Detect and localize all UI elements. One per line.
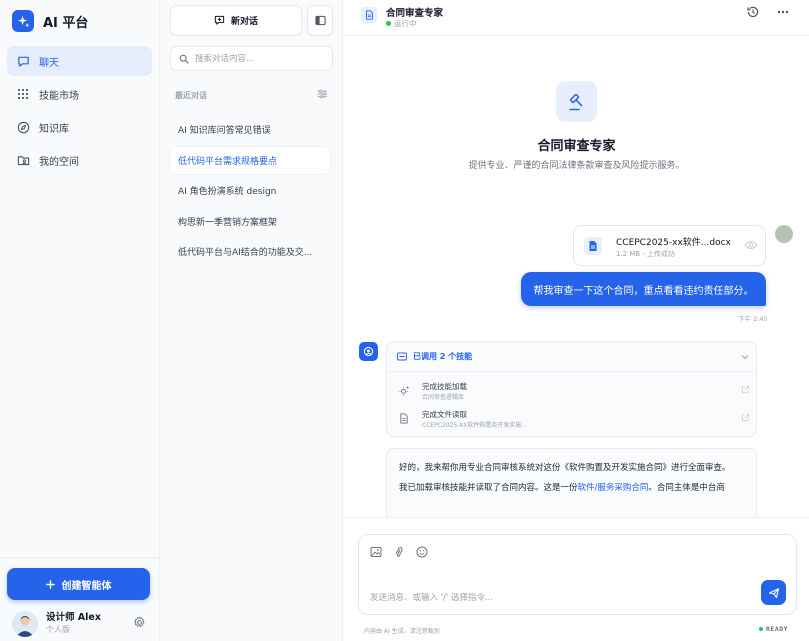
folder-user-icon (16, 153, 30, 167)
ready-label: READY (766, 625, 789, 633)
new-chat-button[interactable]: 新对话 (170, 5, 302, 36)
new-chat-label: 新对话 (230, 17, 258, 27)
sidebar-toggle-icon (314, 15, 326, 26)
list-item[interactable]: AI 知识库问答常见错误 (170, 116, 330, 143)
file-doc-icon (584, 237, 602, 255)
gear-sparkle-icon (399, 385, 410, 396)
sparkle-logo-icon (12, 10, 34, 32)
ai-disclaimer: 内容由 AI 生成，请注意甄别 (364, 628, 440, 635)
agent-title: 合同审查专家 (537, 139, 616, 154)
message-input[interactable] (370, 593, 730, 603)
composer-tools (370, 546, 428, 558)
conversation-panel: 新对话 最近对话 AI 知识库问答常见错误 低代码平台需求规格要点 AI 角色扮… (160, 0, 343, 641)
brand-name: AI 平台 (43, 15, 89, 31)
search-input[interactable] (195, 53, 325, 64)
skill-subtitle: 合同审查逻辑库 (422, 394, 465, 401)
document-icon (361, 7, 377, 23)
user-message: 帮我审查一下这个合同，重点看看违约责任部分。 (521, 272, 766, 306)
collapse-sidebar-button[interactable] (307, 5, 333, 36)
nav-item-chat[interactable]: 聊天 (7, 46, 152, 76)
skill-subtitle: CCEPC2025-XX软件购置及开发实施... (422, 422, 528, 429)
answer-text: 。合同主体是中台商 (648, 483, 725, 493)
search-box (170, 46, 333, 71)
user-name: 设计师 Alex (46, 611, 101, 623)
status-dot (759, 627, 763, 631)
nav-menu: 聊天 技能市场 知识库 我的空间 (7, 46, 152, 178)
chat-bubble-icon (16, 54, 30, 68)
external-link-icon[interactable] (741, 413, 750, 422)
ready-status: READY (759, 625, 788, 633)
gear-icon[interactable] (133, 616, 146, 629)
image-icon[interactable] (370, 546, 382, 558)
search-icon (179, 54, 189, 64)
nav-item-label: 知识库 (39, 123, 69, 135)
skills-icon (397, 352, 407, 361)
status-dot (386, 21, 391, 26)
nav-divider (0, 557, 159, 558)
conversation-list: AI 知识库问答常见错误 低代码平台需求规格要点 AI 角色扮演系统 desig… (170, 116, 330, 269)
chevron-down-icon[interactable] (741, 354, 749, 360)
skill-row: 完成技能加载 合同审查逻辑库 (397, 378, 752, 404)
list-item[interactable]: 低代码平台与AI结合的功能及交... (170, 238, 330, 265)
skill-title: 完成文件读取 (422, 410, 467, 419)
send-icon (768, 587, 780, 599)
highlight-link[interactable]: 软件/服务采购合同 (578, 483, 649, 493)
gavel-icon (556, 81, 597, 122)
skills-header[interactable]: 已调用 2 个技能 (387, 342, 756, 372)
file-name: CCEPC2025-xx软件...docx (616, 238, 731, 248)
send-button[interactable] (761, 580, 786, 605)
skill-title: 完成技能加载 (422, 382, 467, 391)
assistant-message: 好的，我来帮你用专业合同审核系统对这份《软件购置及开发实施合同》进行全面审查。 … (386, 448, 757, 518)
nav-item-label: 我的空间 (39, 156, 79, 168)
avatar (775, 225, 793, 243)
message-time: 下午 2:45 (738, 315, 768, 323)
file-meta: 1.2 MB · 上传成功 (616, 250, 675, 258)
plus-icon (45, 579, 55, 589)
nav-item-label: 技能市场 (39, 90, 79, 102)
left-nav: AI 平台 聊天 技能市场 知识库 我的空间 创建智能体 设计师 Alex 个人… (0, 0, 160, 641)
emoji-icon[interactable] (416, 546, 428, 558)
bot-avatar-icon (359, 342, 378, 361)
list-item[interactable]: 构思新一季营销方案框架 (170, 208, 330, 235)
compass-icon (16, 120, 30, 134)
filter-icon[interactable] (317, 89, 328, 99)
composer-area: 内容由 AI 生成，请注意甄别 READY (344, 517, 809, 641)
grid-dots-icon (16, 87, 30, 101)
nav-item-label: 聊天 (39, 57, 59, 69)
agent-description: 提供专业、严谨的合同法律条款审查及风险提示服务。 (468, 161, 685, 171)
skills-panel: 已调用 2 个技能 完成技能加载 合同审查逻辑库 完成文件读取 CCEPC202… (386, 341, 757, 437)
external-link-icon[interactable] (741, 385, 750, 394)
nav-item-knowledge[interactable]: 知识库 (7, 112, 152, 142)
section-label: 最近对话 (175, 91, 207, 100)
avatar (12, 610, 38, 637)
user-profile[interactable]: 设计师 Alex 个人版 (12, 610, 148, 637)
answer-paragraph: 好的，我来帮你用专业合同审核系统对这份《软件购置及开发实施合同》进行全面审查。 (399, 463, 731, 473)
chat-main: 合同审查专家 运行中 合同审查专家 提供专业、严谨的合同法律条款审查及风险提示服… (344, 0, 809, 641)
more-options-icon[interactable] (776, 5, 790, 19)
list-item[interactable]: AI 角色扮演系统 design (170, 177, 330, 204)
skills-header-label: 已调用 2 个技能 (413, 352, 473, 361)
create-agent-button[interactable]: 创建智能体 (7, 568, 150, 600)
file-attachment[interactable]: CCEPC2025-xx软件...docx 1.2 MB · 上传成功 (573, 225, 766, 266)
answer-text: 我已加载审核技能并读取了合同内容。这是一份 (399, 483, 578, 493)
document-icon (399, 413, 409, 424)
status-badge: 运行中 (386, 18, 417, 29)
eye-icon[interactable] (744, 239, 758, 251)
create-agent-label: 创建智能体 (61, 580, 112, 592)
skill-row: 完成文件读取 CCEPC2025-XX软件购置及开发实施... (397, 406, 752, 432)
answer-paragraph: 我已加载审核技能并读取了合同内容。这是一份软件/服务采购合同。合同主体是中台商 (399, 481, 744, 495)
brand[interactable]: AI 平台 (12, 10, 88, 32)
chat-header: 合同审查专家 运行中 (344, 0, 809, 36)
history-icon[interactable] (746, 5, 760, 19)
new-chat-icon (214, 15, 225, 26)
nav-item-my-space[interactable]: 我的空间 (7, 145, 152, 175)
user-plan: 个人版 (46, 624, 70, 634)
nav-item-skills[interactable]: 技能市场 (7, 79, 152, 109)
status-text: 运行中 (394, 19, 417, 28)
composer (358, 534, 797, 615)
paperclip-icon[interactable] (393, 546, 405, 558)
page-title: 合同审查专家 (386, 8, 444, 19)
list-item[interactable]: 低代码平台需求规格要点 (170, 146, 330, 174)
